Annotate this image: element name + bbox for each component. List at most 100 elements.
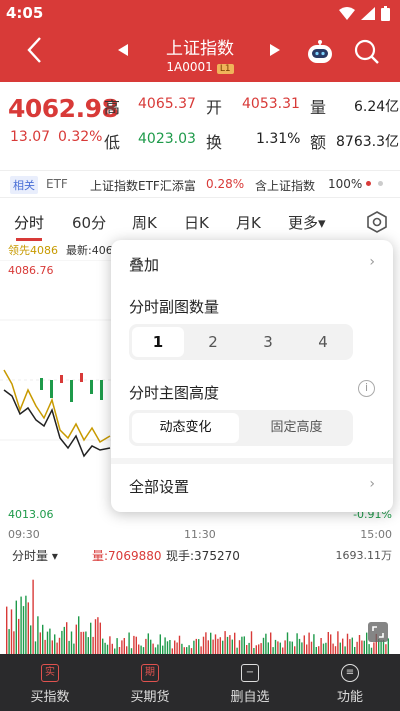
volume-header: 分时量 ▾ 量:7069880 现手:375270 1693.11万 [0,544,400,564]
volume-bar [145,638,147,654]
next-stock-icon[interactable] [270,44,280,56]
volume-bar [121,640,123,654]
volume-bar [63,626,65,654]
volume-bar [176,642,178,654]
header-bar: 4:05 上证指数 1A0001 L1 [0,0,400,82]
functions-button[interactable]: ≡ 功能 [300,654,400,711]
volume-bar [291,641,293,654]
volume-bar [66,622,68,654]
gear-icon[interactable] [366,211,388,233]
etf-name[interactable]: 上证指数ETF汇添富 [90,177,196,194]
battery-icon [381,6,390,21]
buy-icon: 实 [41,664,59,682]
price-lines [0,260,112,458]
main-chart-height-selector: 动态变化 固定高度 [129,410,353,446]
remove-watchlist-button[interactable]: − 删自选 [200,654,300,711]
volume-bar [332,643,334,654]
volume-bar [260,643,262,654]
search-icon[interactable] [354,39,380,65]
open-label: 开 [206,98,223,117]
high-value: 4065.37 [138,96,196,112]
buy-futures-button[interactable]: 期 买期货 [100,654,200,711]
height-option-fixed[interactable]: 固定高度 [243,413,350,443]
volume-bar [349,639,351,654]
low-value: 4023.03 [138,131,196,147]
overlay-row[interactable]: 叠加 [129,254,159,275]
volume-bar [82,631,85,654]
time-start: 09:30 [8,528,40,541]
volume-bar [186,647,188,654]
volume-bar [248,642,250,654]
latest-indicator: 最新:406 [66,244,113,257]
volume-bar [10,609,13,654]
sub-count-option-1[interactable]: 1 [132,327,184,357]
tab-daily[interactable]: 日K [184,212,209,233]
volume-bar [224,631,226,654]
volume-bar [118,647,121,654]
volume-bar [154,647,157,654]
volume-bar [68,640,70,654]
fullscreen-icon[interactable] [368,622,388,642]
volume-current: 现手:375270 [166,549,240,563]
tab-monthly[interactable]: 月K [236,212,261,233]
volume-selector[interactable]: 分时量 ▾ [12,547,58,564]
y-axis-low: 4013.06 [8,508,54,521]
volume-bar [8,629,10,654]
carousel-dot [378,181,383,186]
futures-icon: 期 [141,664,159,682]
volume-bar [140,645,142,654]
buy-futures-label: 买期货 [130,690,170,705]
popup-divider [111,458,393,464]
volume-bar [85,631,87,654]
volume-bar [385,644,387,654]
volume-bar [25,595,27,654]
all-settings-row[interactable]: 全部设置 [129,476,189,497]
sub-count-option-4[interactable]: 4 [297,327,349,357]
volume-bar [147,633,149,654]
volume-bar [258,644,260,654]
tab-intraday[interactable]: 分时 [14,212,44,233]
robot-assistant-icon[interactable] [303,38,337,68]
volume-bar [210,632,212,654]
status-time: 4:05 [6,4,44,22]
main-chart-height-label: 分时主图高度 [129,384,220,402]
chart-settings-popup: 叠加 › 分时副图数量 1 2 3 4 分时主图高度 i 动态变化 固定高度 全… [111,240,393,512]
volume-bar [205,632,207,654]
volume-bar [320,638,322,654]
volume-bar [238,640,241,654]
tab-weekly[interactable]: 周K [132,212,157,233]
volume-bar [18,618,20,654]
related-etf-bar[interactable]: 相关 ETF 上证指数ETF汇添富 0.28% 含上证指数 100% [0,170,400,198]
volume-bar [243,636,245,654]
volume-bar [313,634,315,654]
buy-index-button[interactable]: 实 买指数 [0,654,100,711]
tab-60min[interactable]: 60分 [72,212,106,233]
volume-bar [159,634,161,654]
quote-panel: 4062.98 13.07 0.32% 高 4065.37 开 4053.31 … [0,82,400,168]
volume-bar [310,641,313,654]
volume-bar [152,643,154,654]
sub-count-option-3[interactable]: 3 [242,327,294,357]
remove-icon: − [241,664,259,682]
amount-label: 额 [310,133,327,152]
volume-bar [265,633,267,654]
volume-bar [286,632,289,654]
period-tabs: 分时 60分 周K 日K 月K 更多▾ [0,206,400,241]
volume-bar [37,616,39,654]
volume-bar [75,624,77,654]
nav-bar: 上证指数 1A0001 L1 [0,28,400,82]
volume-bar [382,639,385,654]
volume-bar [262,637,265,654]
volume-bar [270,632,272,654]
height-option-dynamic[interactable]: 动态变化 [132,413,239,443]
etf-contains-pct: 100% [328,177,363,191]
tab-more[interactable]: 更多▾ [288,212,326,233]
info-icon[interactable]: i [358,380,375,397]
volume-bar [94,619,97,654]
volume-bar [169,640,171,654]
volume-bar [193,640,195,654]
stock-code: 1A0001 [166,60,213,74]
signal-icon [361,7,375,20]
sub-count-option-2[interactable]: 2 [187,327,239,357]
volume-bar [15,600,17,654]
